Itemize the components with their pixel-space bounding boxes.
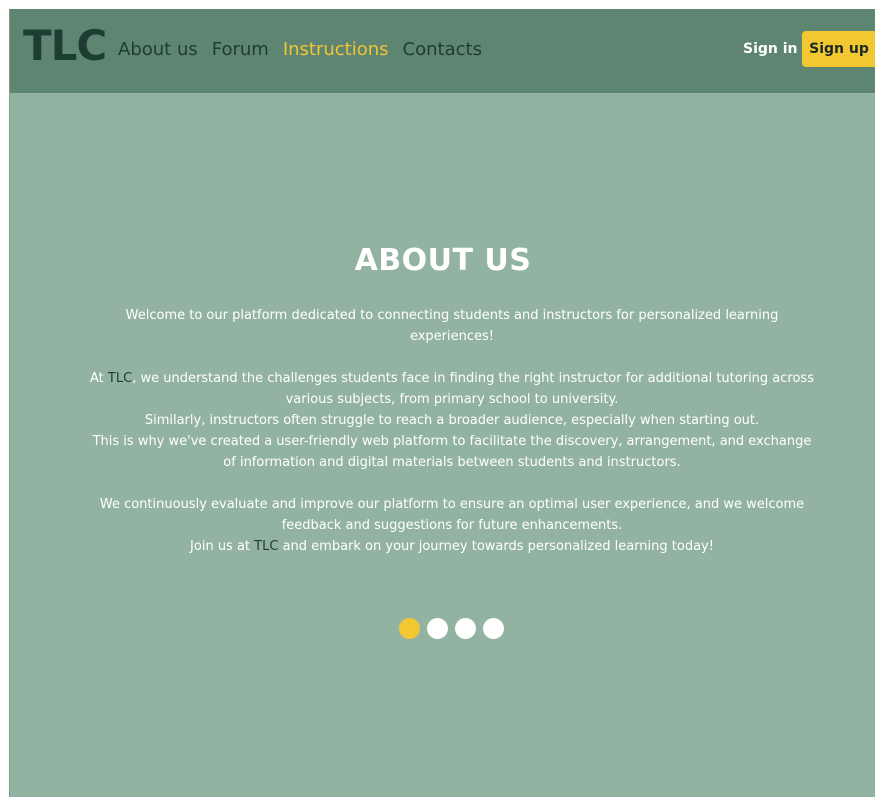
intro-text: Welcome to our platform dedicated to con… <box>125 308 779 344</box>
nav-link-instructions[interactable]: Instructions <box>283 39 389 61</box>
carousel-dot-4[interactable] <box>483 618 504 639</box>
carousel-dot-3[interactable] <box>455 618 476 639</box>
mission-text-line2: Similarly, instructors often struggle to… <box>144 413 760 428</box>
sign-in-link[interactable]: Sign in <box>743 40 798 58</box>
carousel-dots <box>399 618 504 639</box>
brand-name: TLC <box>254 539 279 554</box>
navbar: TLC About us Forum Instructions Contacts… <box>10 9 875 93</box>
mission-text-post: , we understand the challenges students … <box>132 371 814 407</box>
nav-link-about-us[interactable]: About us <box>118 39 198 61</box>
mission-text-line3: This is why we've created a user-friendl… <box>92 434 812 470</box>
nav-link-forum[interactable]: Forum <box>212 39 269 61</box>
page-frame: TLC About us Forum Instructions Contacts… <box>9 9 875 797</box>
intro-paragraph: Welcome to our platform dedicated to con… <box>90 305 814 347</box>
closing-text-pre: Join us at <box>190 539 255 554</box>
page-title: ABOUT US <box>354 243 532 278</box>
closing-paragraph: We continuously evaluate and improve our… <box>90 494 814 557</box>
about-section: ABOUT US Welcome to our platform dedicat… <box>10 93 875 797</box>
closing-text-line1: We continuously evaluate and improve our… <box>99 497 805 533</box>
mission-paragraph: At TLC, we understand the challenges stu… <box>90 368 814 473</box>
closing-text-post: and embark on your journey towards perso… <box>278 539 714 554</box>
logo[interactable]: TLC <box>23 25 107 67</box>
nav-link-contacts[interactable]: Contacts <box>403 39 482 61</box>
sign-up-button[interactable]: Sign up <box>802 31 875 67</box>
carousel-dot-2[interactable] <box>427 618 448 639</box>
brand-name: TLC <box>107 371 133 386</box>
mission-text-pre: At <box>90 371 108 386</box>
carousel-dot-1[interactable] <box>399 618 420 639</box>
nav-links: About us Forum Instructions Contacts <box>118 39 496 61</box>
